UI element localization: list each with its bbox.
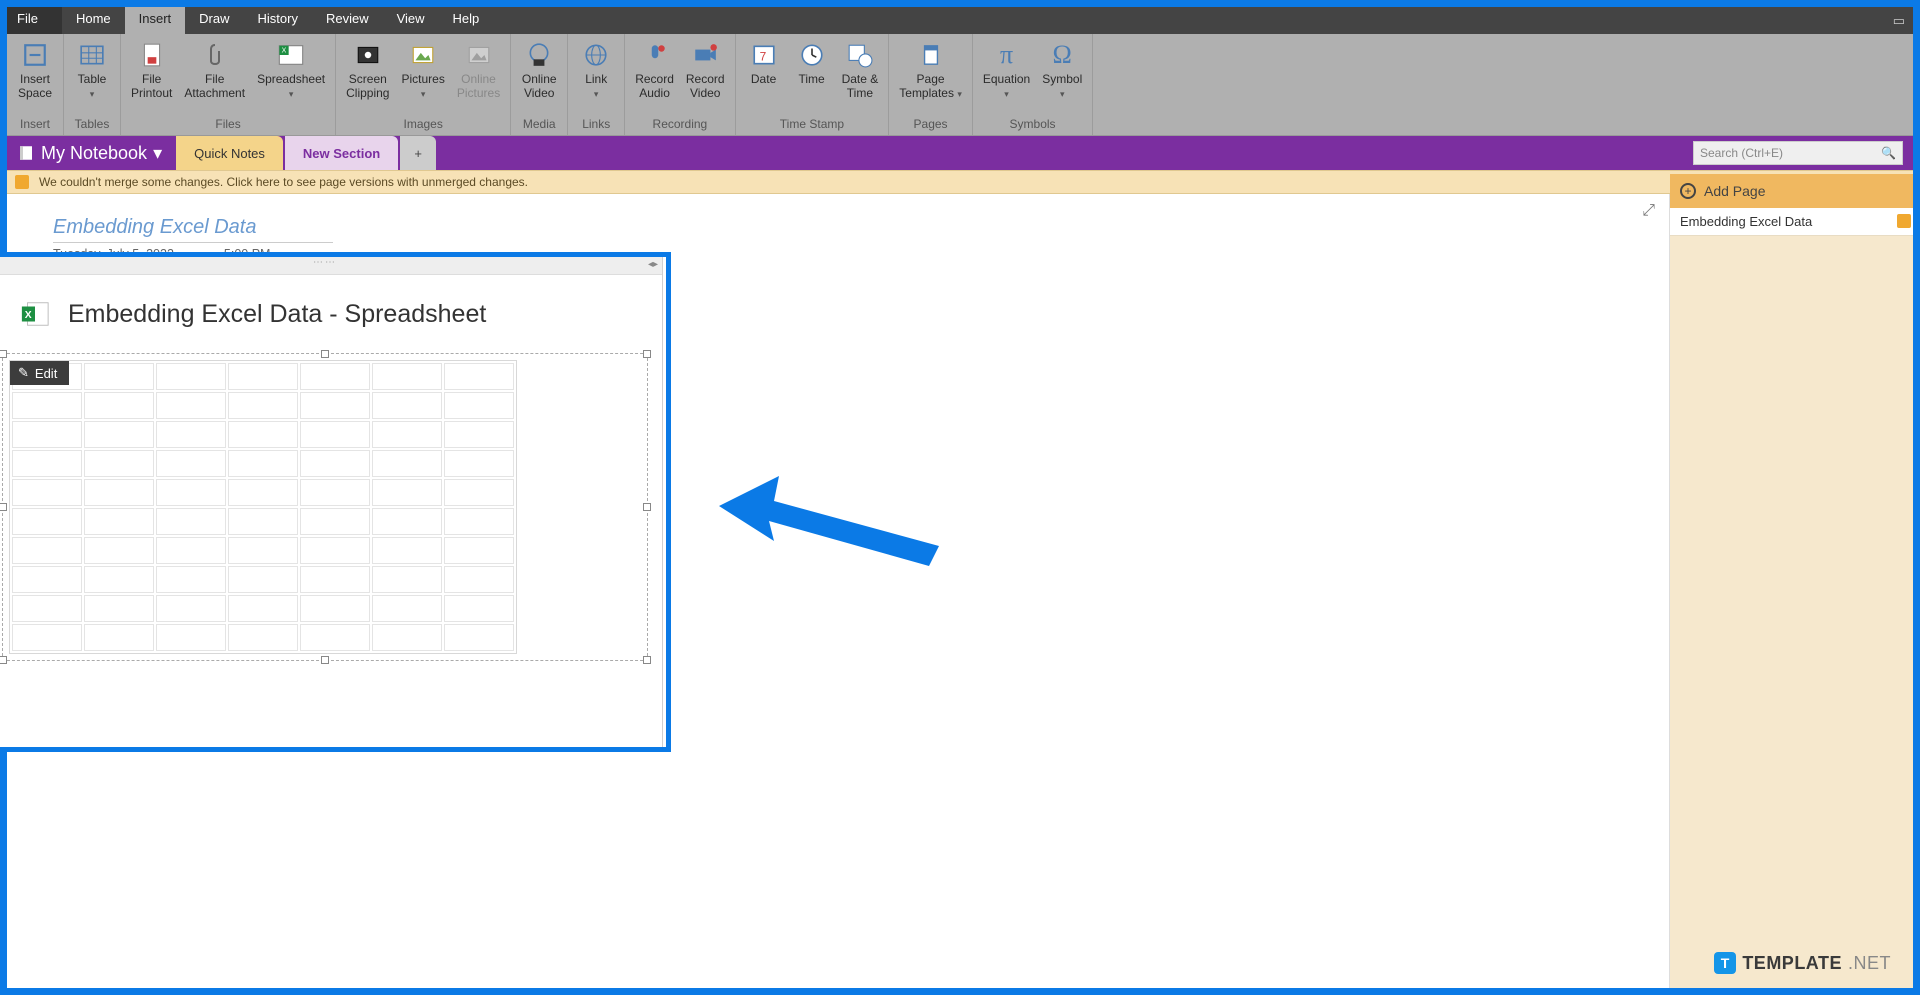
record-video-button[interactable]: Record Video (682, 38, 729, 102)
date-time-button[interactable]: Date & Time (838, 38, 883, 102)
notebook-dropdown[interactable]: My Notebook ▾ (7, 136, 176, 170)
file-printout-button[interactable]: File Printout (127, 38, 176, 102)
page-templates-button[interactable]: Page Templates ▾ (895, 38, 966, 103)
note-container[interactable]: ⋯⋯ ◂▸ X Embedding Excel Data - Spreadshe… (0, 256, 663, 748)
watermark: T TEMPLATE.NET (1714, 952, 1891, 974)
group-label-images: Images (342, 117, 504, 133)
menu-help[interactable]: Help (439, 7, 494, 34)
equation-button[interactable]: π Equation▾ (979, 38, 1034, 103)
menu-insert[interactable]: Insert (125, 7, 186, 34)
insert-space-button[interactable]: Insert Space (13, 38, 57, 102)
pencil-icon: ✎ (18, 365, 29, 381)
svg-text:7: 7 (759, 49, 766, 63)
tab-quick-notes[interactable]: Quick Notes (176, 136, 283, 170)
group-label-symbols: Symbols (979, 117, 1086, 133)
group-label-media: Media (517, 117, 561, 133)
container-resize-icon[interactable]: ◂▸ (648, 259, 658, 270)
group-label-files: Files (127, 117, 329, 133)
group-label-insert: Insert (13, 117, 57, 133)
tab-new-section[interactable]: New Section (285, 136, 398, 170)
notebook-icon (17, 144, 35, 162)
notebook-name: My Notebook (41, 143, 147, 164)
group-label-links: Links (574, 117, 618, 133)
svg-text:X: X (282, 48, 287, 55)
menu-file[interactable]: File (7, 7, 62, 34)
online-video-button[interactable]: Online Video (517, 38, 561, 102)
group-label-tables: Tables (70, 117, 114, 133)
search-icon: 🔍 (1881, 146, 1896, 160)
resize-handle[interactable] (643, 656, 651, 664)
spreadsheet-selection[interactable]: ✎ Edit (2, 353, 648, 661)
group-label-pages: Pages (895, 117, 966, 133)
pictures-button[interactable]: Pictures▾ (397, 38, 448, 103)
tab-add-section[interactable]: + (400, 136, 436, 170)
embed-title: Embedding Excel Data - Spreadsheet (68, 300, 486, 329)
link-button[interactable]: Link▾ (574, 38, 618, 103)
ribbon: Insert Space Insert Table▾ Tables File P… (7, 34, 1913, 136)
menu-review[interactable]: Review (312, 7, 383, 34)
window-control-icon[interactable]: ▭ (1893, 13, 1905, 29)
edit-button[interactable]: ✎ Edit (10, 361, 69, 385)
page-canvas[interactable]: ⤢ Embedding Excel Data Tuesday, July 5, … (7, 194, 1669, 988)
section-tab-row: My Notebook ▾ Quick Notes New Section + … (7, 136, 1913, 170)
spreadsheet-button[interactable]: X Spreadsheet▾ (253, 38, 329, 103)
symbol-button[interactable]: Ω Symbol▾ (1038, 38, 1086, 103)
plus-icon: + (1680, 183, 1696, 199)
menu-bar: File Home Insert Draw History Review Vie… (7, 7, 1913, 34)
resize-handle[interactable] (0, 656, 7, 664)
online-pictures-button[interactable]: Online Pictures (453, 38, 504, 102)
menu-view[interactable]: View (383, 7, 439, 34)
annotation-arrow (719, 466, 949, 586)
warning-icon (15, 175, 29, 189)
time-button[interactable]: Time (790, 38, 834, 88)
container-grip[interactable]: ⋯⋯ (0, 257, 662, 275)
resize-handle[interactable] (0, 350, 7, 358)
group-label-recording: Recording (631, 117, 728, 133)
warning-text: We couldn't merge some changes. Click he… (39, 175, 528, 189)
resize-handle[interactable] (643, 503, 651, 511)
page-list-item[interactable]: Embedding Excel Data (1670, 208, 1913, 236)
resize-handle[interactable] (0, 503, 7, 511)
merge-warning-bar[interactable]: We couldn't merge some changes. Click he… (7, 170, 1913, 194)
embedded-spreadsheet[interactable] (9, 360, 517, 654)
excel-icon: X (20, 299, 50, 329)
menu-history[interactable]: History (244, 7, 312, 34)
page-title[interactable]: Embedding Excel Data (53, 216, 333, 243)
template-logo-icon: T (1714, 952, 1736, 974)
search-input[interactable]: Search (Ctrl+E) 🔍 (1693, 141, 1903, 165)
add-page-button[interactable]: + Add Page (1670, 174, 1913, 208)
group-label-timestamp: Time Stamp (742, 117, 883, 133)
date-button[interactable]: 7 Date (742, 38, 786, 88)
page-status-icon (1897, 214, 1911, 228)
fullscreen-icon[interactable]: ⤢ (1642, 202, 1655, 220)
chevron-down-icon: ▾ (153, 143, 162, 164)
page-list-panel: + Add Page Embedding Excel Data (1669, 194, 1913, 988)
resize-handle[interactable] (643, 350, 651, 358)
file-attachment-button[interactable]: File Attachment (180, 38, 249, 102)
svg-text:X: X (25, 310, 32, 321)
resize-handle[interactable] (321, 656, 329, 664)
menu-home[interactable]: Home (62, 7, 125, 34)
screen-clipping-button[interactable]: Screen Clipping (342, 38, 393, 102)
resize-handle[interactable] (321, 350, 329, 358)
record-audio-button[interactable]: Record Audio (631, 38, 678, 102)
search-placeholder: Search (Ctrl+E) (1700, 146, 1783, 160)
table-button[interactable]: Table▾ (70, 38, 114, 103)
menu-draw[interactable]: Draw (185, 7, 243, 34)
